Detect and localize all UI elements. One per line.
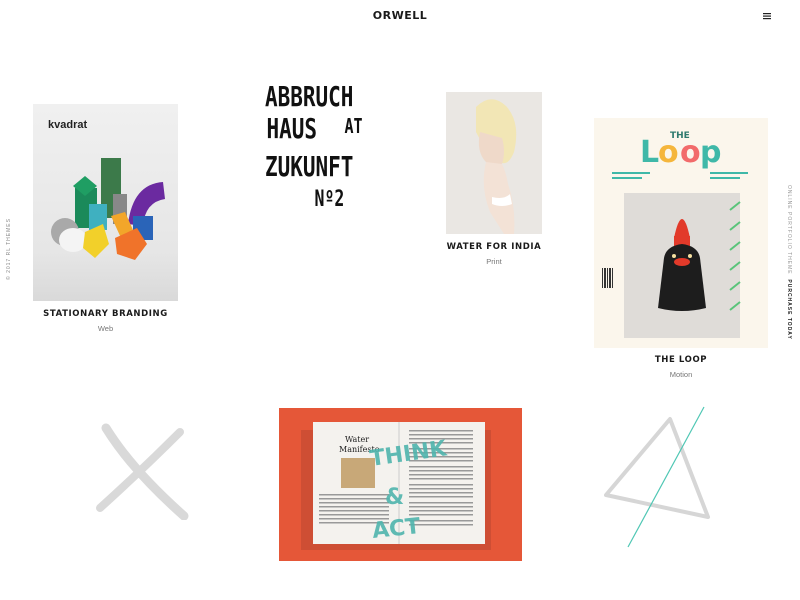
svg-text:p: p <box>700 135 721 170</box>
svg-text:HAUS: HAUS <box>267 112 318 145</box>
hamburger-menu-icon[interactable] <box>760 10 774 22</box>
svg-text:AT: AT <box>345 116 363 139</box>
portfolio-item-x-mark[interactable] <box>92 420 192 521</box>
svg-text:o: o <box>680 135 701 170</box>
svg-text:ACT: ACT <box>371 514 422 544</box>
manifesto-heading: Water <box>345 435 369 444</box>
portfolio-item-the-loop[interactable]: THE L o o p THE LOOP Motion <box>594 118 768 380</box>
the-loop-cover-image: THE L o o p <box>594 118 768 348</box>
svg-text:ABBRUCH: ABBRUCH <box>265 80 353 113</box>
purchase-link[interactable]: PURCHASE TODAY <box>786 279 792 339</box>
triangle-icon <box>604 406 710 548</box>
portfolio-item-water-manifesto[interactable]: Water Manifesto THINK & ACT <box>279 408 522 561</box>
portfolio-item-water-for-india[interactable]: WATER FOR INDIA Print <box>446 92 542 272</box>
copyright-vertical-text: © 2017 RL THEMES <box>6 218 12 280</box>
svg-text:Nº2: Nº2 <box>315 186 345 212</box>
water-for-india-image <box>446 92 542 234</box>
abbruch-typography-image: ABBRUCH HAUS AT ZUKUNFT Nº2 <box>265 80 363 212</box>
item-title: WATER FOR INDIA <box>446 242 542 252</box>
item-category: Web <box>97 324 114 333</box>
water-manifesto-image: Water Manifesto THINK & ACT <box>279 408 522 561</box>
svg-text:L: L <box>640 135 659 170</box>
portfolio-item-triangle[interactable] <box>600 405 715 550</box>
promo-label: ONLINE PORTFOLIO THEME <box>786 185 792 275</box>
svg-text:ZUKUNFT: ZUKUNFT <box>265 150 353 183</box>
x-mark-icon <box>96 423 189 521</box>
portfolio-item-stationary-branding[interactable]: kvadrat STATIONARY BRANDING Web <box>33 104 178 344</box>
item-title: STATIONARY BRANDING <box>43 309 168 319</box>
site-logo[interactable]: ORWELL <box>0 9 800 22</box>
svg-text:o: o <box>658 135 679 170</box>
portfolio-item-abbruch-haus[interactable]: ABBRUCH HAUS AT ZUKUNFT Nº2 <box>262 78 372 213</box>
item-category: Motion <box>669 370 693 379</box>
svg-text:&: & <box>385 485 404 510</box>
item-title: THE LOOP <box>654 355 708 365</box>
item-category: Print <box>486 257 502 266</box>
kvadrat-image: kvadrat <box>33 104 178 301</box>
promo-vertical-text: ONLINE PORTFOLIO THEME PURCHASE TODAY <box>782 185 794 340</box>
